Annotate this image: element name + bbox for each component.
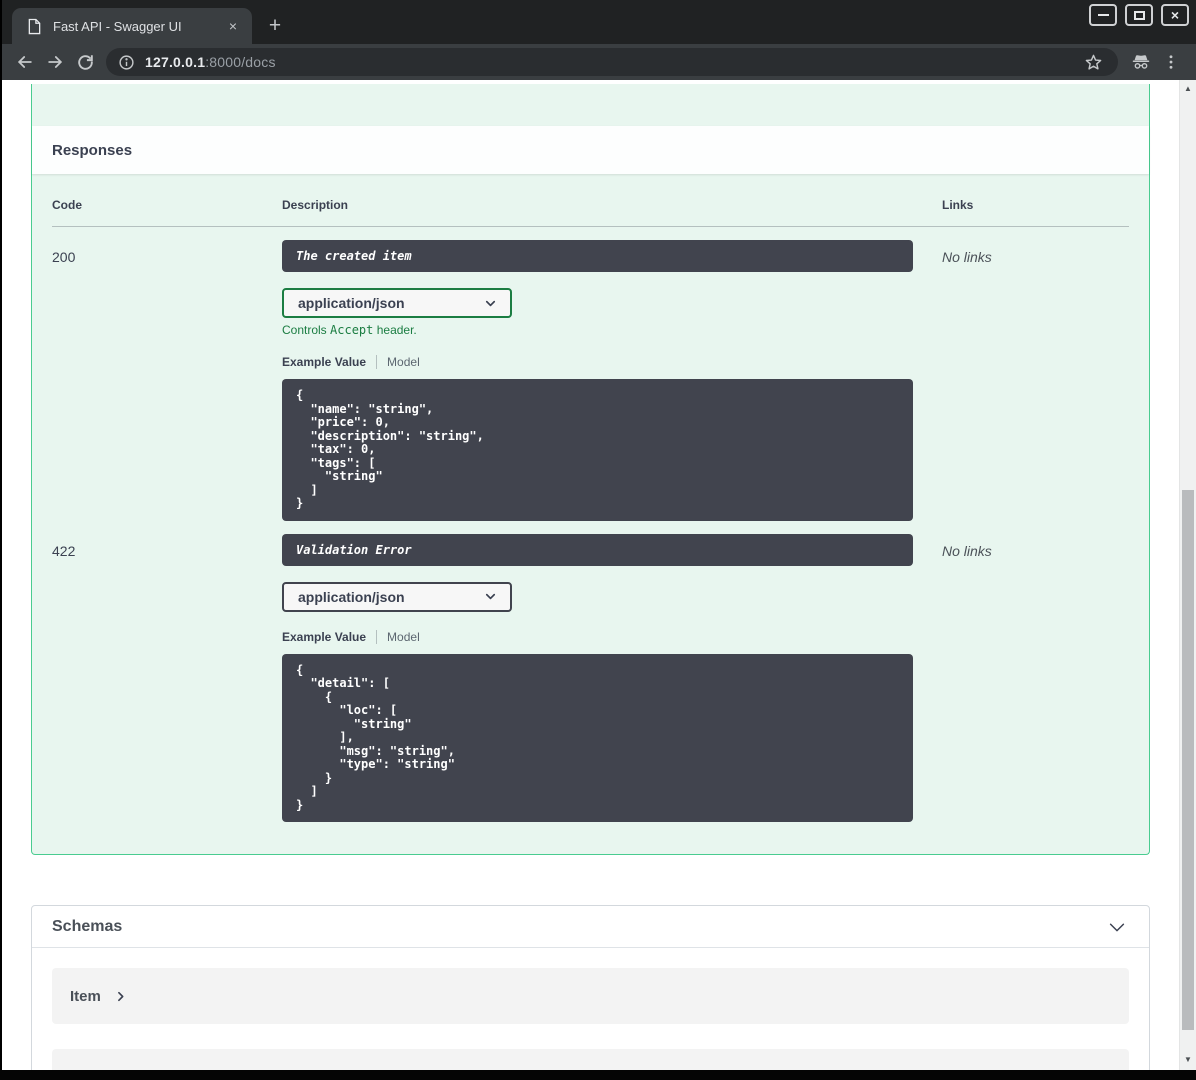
info-icon	[119, 54, 134, 70]
response-description-cell: The created item application/json Contro…	[282, 240, 942, 521]
minimize-button[interactable]	[1089, 4, 1117, 26]
response-row-422: 422 Validation Error application/json Ex…	[52, 521, 1129, 822]
responses-table: Code Description Links 200 The created i…	[32, 174, 1149, 842]
responses-section-header: Responses	[32, 126, 1149, 174]
close-button[interactable]: ×	[1161, 4, 1189, 26]
col-header-links: Links	[942, 198, 974, 212]
scroll-up-arrow-icon[interactable]: ▲	[1180, 83, 1196, 95]
post-operation-block: Responses Code Description Links 200 The…	[31, 84, 1150, 855]
close-icon: ×	[1170, 7, 1180, 23]
document-icon	[28, 18, 41, 34]
chevron-right-icon	[117, 991, 124, 1001]
browser-menu-button[interactable]	[1156, 47, 1186, 77]
example-json-200: { "name": "string", "price": 0, "descrip…	[282, 379, 913, 521]
maximize-button[interactable]	[1125, 4, 1153, 26]
col-header-code: Code	[52, 198, 82, 212]
example-model-tabs: Example Value Model	[282, 355, 913, 369]
accept-note-mono: Accept	[330, 323, 374, 337]
address-bar[interactable]: 127.0.0.1:8000/docs	[106, 48, 1118, 76]
page-content: Responses Code Description Links 200 The…	[0, 80, 1196, 1070]
tab-title: Fast API - Swagger UI	[53, 18, 182, 34]
window-bottom-edge	[0, 1070, 1196, 1080]
tab-model[interactable]: Model	[387, 355, 420, 369]
window-controls: ×	[1089, 4, 1189, 26]
browser-tab[interactable]: Fast API - Swagger UI ×	[12, 8, 252, 44]
tab-close-icon[interactable]: ×	[224, 17, 242, 35]
back-icon	[18, 56, 32, 68]
tab-example-value[interactable]: Example Value	[282, 630, 366, 644]
chevron-down-icon	[485, 593, 496, 600]
bookmark-star-button[interactable]	[1078, 47, 1108, 77]
schemas-body: Item ValidationError	[32, 948, 1149, 1070]
chevron-down-icon	[485, 300, 496, 306]
opblock-spacer	[32, 84, 1149, 126]
schemas-section: Schemas Item ValidationError	[31, 905, 1150, 1070]
col-header-description: Description	[282, 198, 349, 212]
media-type-select[interactable]: application/json	[282, 288, 512, 318]
browser-window: Fast API - Swagger UI × + × 127.0.0.1:80…	[0, 0, 1196, 1080]
responses-table-head: Code Description Links	[52, 188, 1129, 227]
accept-header-note: Controls Accept header.	[282, 323, 913, 337]
response-description: The created item	[282, 240, 913, 272]
media-type-value: application/json	[298, 295, 405, 311]
chevron-down-icon	[1109, 923, 1125, 931]
url-text: 127.0.0.1:8000/docs	[145, 54, 276, 70]
example-model-tabs: Example Value Model	[282, 629, 913, 644]
accept-note-suffix: header.	[373, 323, 417, 337]
model-validationerror[interactable]: ValidationError	[52, 1049, 1129, 1070]
schemas-title: Schemas	[52, 917, 123, 935]
scroll-down-arrow-icon[interactable]: ▼	[1180, 1054, 1196, 1066]
browser-toolbar: 127.0.0.1:8000/docs	[0, 44, 1196, 80]
response-description: Validation Error	[282, 533, 913, 566]
tab-separator	[376, 629, 378, 644]
forward-icon	[48, 56, 62, 68]
tab-model[interactable]: Model	[387, 630, 420, 644]
response-links: No links	[942, 542, 992, 559]
response-links: No links	[942, 249, 992, 265]
example-json-422: { "detail": [ { "loc": [ "string" ], "ms…	[282, 653, 913, 822]
response-code: 422	[52, 542, 76, 559]
minimize-icon	[1097, 14, 1109, 16]
back-button[interactable]	[10, 47, 40, 77]
reload-button[interactable]	[70, 47, 100, 77]
media-type-value: application/json	[298, 588, 405, 605]
maximize-icon	[1133, 10, 1145, 20]
incognito-indicator	[1126, 47, 1156, 77]
scrollbar-thumb[interactable]	[1182, 490, 1194, 1030]
titlebar: Fast API - Swagger UI × + ×	[0, 0, 1196, 44]
url-host: 127.0.0.1	[145, 54, 206, 70]
response-description-cell: Validation Error application/json Exampl…	[282, 533, 942, 822]
model-name: Item	[70, 987, 101, 1005]
response-row-200: 200 The created item application/json Co…	[52, 227, 1129, 521]
reload-icon	[77, 54, 93, 70]
responses-title: Responses	[52, 141, 133, 159]
model-item[interactable]: Item	[52, 968, 1129, 1024]
accept-note-prefix: Controls	[282, 323, 331, 337]
schemas-header[interactable]: Schemas	[32, 906, 1149, 948]
forward-button[interactable]	[40, 47, 70, 77]
kebab-menu-icon	[1169, 55, 1173, 69]
new-tab-button[interactable]: +	[260, 11, 290, 41]
model-name: ValidationError	[70, 1069, 178, 1071]
url-path: :8000/docs	[205, 54, 276, 70]
incognito-icon	[1132, 55, 1150, 69]
star-icon	[1085, 54, 1101, 70]
vertical-scrollbar[interactable]: ▲ ▼	[1179, 80, 1196, 1070]
media-type-select[interactable]: application/json	[282, 581, 512, 612]
tab-separator	[376, 355, 378, 369]
tab-example-value[interactable]: Example Value	[282, 355, 366, 369]
response-code: 200	[52, 249, 76, 265]
